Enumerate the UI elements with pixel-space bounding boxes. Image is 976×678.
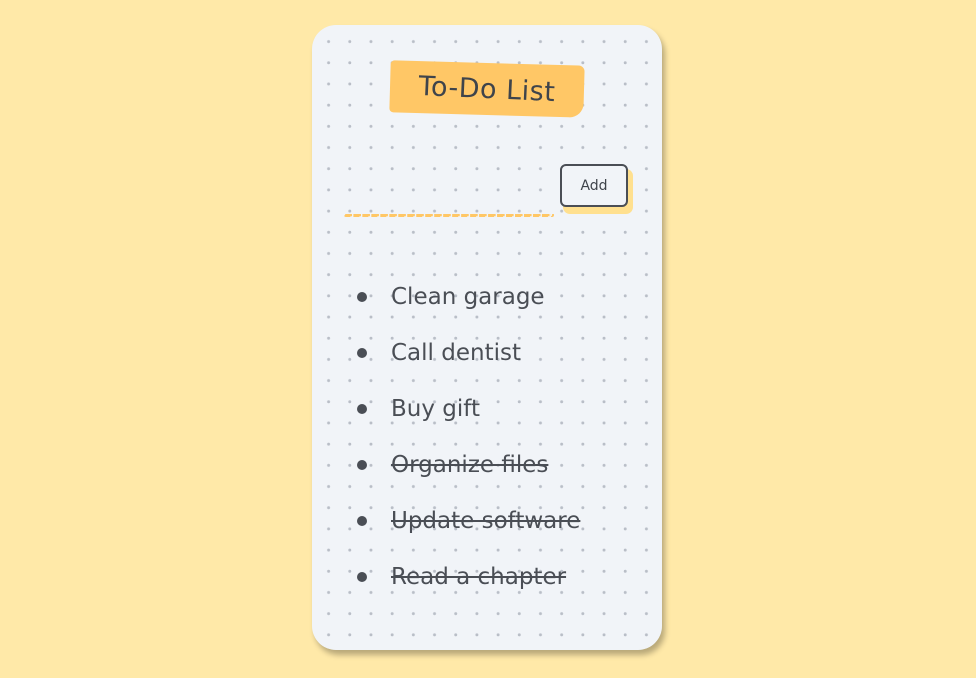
page-title: To-Do List [417, 70, 557, 108]
add-button[interactable]: Add [560, 164, 628, 207]
bullet-icon [357, 348, 367, 358]
bullet-icon [357, 292, 367, 302]
todo-item-text: Organize files [391, 452, 549, 478]
todo-card: To-Do List Add Clean garage Call dentist… [312, 25, 662, 650]
todo-item-text: Clean garage [391, 284, 545, 310]
todo-item[interactable]: Call dentist [312, 325, 662, 381]
todo-item[interactable]: Update software [312, 493, 662, 549]
bullet-icon [357, 460, 367, 470]
todo-item[interactable]: Organize files [312, 437, 662, 493]
todo-list: Clean garage Call dentist Buy gift Organ… [312, 269, 662, 605]
new-todo-input[interactable] [344, 181, 554, 211]
input-underline [344, 213, 554, 217]
bullet-icon [357, 516, 367, 526]
todo-item[interactable]: Clean garage [312, 269, 662, 325]
todo-item-text: Call dentist [391, 340, 521, 366]
title-highlight: To-Do List [389, 60, 585, 118]
todo-item[interactable]: Read a chapter [312, 549, 662, 605]
todo-item[interactable]: Buy gift [312, 381, 662, 437]
bullet-icon [357, 572, 367, 582]
todo-item-text: Read a chapter [391, 564, 567, 590]
todo-item-text: Buy gift [391, 396, 480, 422]
todo-item-text: Update software [391, 508, 581, 534]
bullet-icon [357, 404, 367, 414]
